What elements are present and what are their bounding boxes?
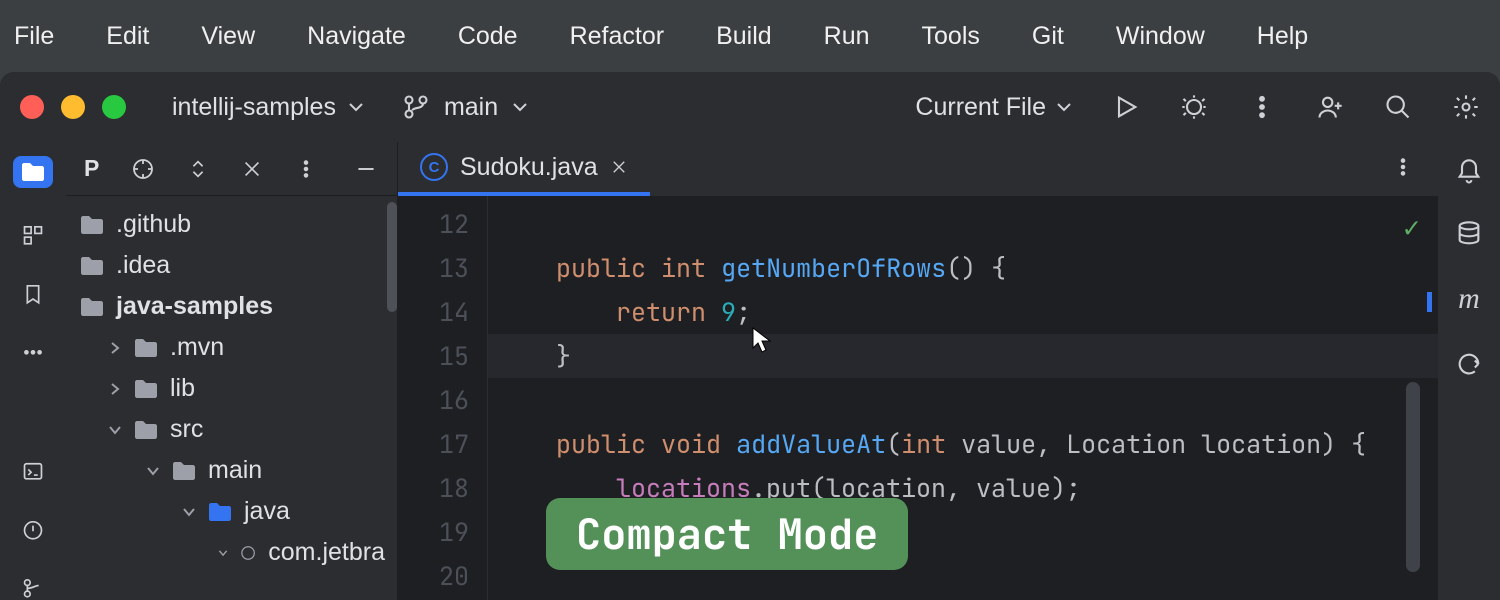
editor-area: C Sudoku.java 12 13 14 15 16 17 18 19	[398, 142, 1438, 600]
close-window-icon[interactable]	[20, 95, 44, 119]
add-user-icon[interactable]	[1316, 93, 1344, 121]
more-vertical-icon[interactable]	[295, 158, 317, 180]
folder-icon	[20, 161, 46, 183]
tree-item-java[interactable]: java	[66, 491, 397, 532]
tree-item-src[interactable]: src	[66, 409, 397, 450]
branch-name: main	[444, 93, 498, 122]
menu-build[interactable]: Build	[716, 22, 772, 51]
notifications-icon[interactable]	[1455, 158, 1483, 186]
expand-collapse-icon[interactable]	[187, 158, 209, 180]
project-name: intellij-samples	[172, 93, 336, 122]
tree-item-lib[interactable]: lib	[66, 368, 397, 409]
tree-item-github[interactable]: .github	[66, 204, 397, 245]
tree-item-package[interactable]: com.jetbra	[66, 532, 397, 573]
menu-tools[interactable]: Tools	[922, 22, 980, 51]
project-tree[interactable]: .github .idea java-samples .mvn	[66, 196, 397, 581]
run-icon[interactable]	[1112, 93, 1140, 121]
chevron-right-icon	[108, 341, 122, 355]
branch-icon	[402, 93, 430, 121]
git-icon[interactable]	[19, 577, 47, 600]
chevron-down-icon	[182, 505, 196, 519]
more-horizontal-icon[interactable]	[19, 341, 47, 364]
menu-code[interactable]: Code	[458, 22, 518, 51]
sync-icon[interactable]	[1455, 350, 1483, 378]
search-icon[interactable]	[1384, 93, 1412, 121]
tree-item-main[interactable]: main	[66, 450, 397, 491]
mouse-cursor-icon	[750, 326, 774, 356]
minimize-icon[interactable]	[353, 156, 379, 182]
database-icon[interactable]	[1455, 220, 1483, 248]
line-gutter: 12 13 14 15 16 17 18 19 20	[398, 196, 488, 600]
run-config-selector[interactable]: Current File	[915, 93, 1072, 122]
close-icon[interactable]	[241, 158, 263, 180]
chevron-right-icon	[108, 382, 122, 396]
chevron-down-icon	[1056, 102, 1072, 112]
tree-item-java-samples[interactable]: java-samples	[66, 286, 397, 327]
left-tool-rail	[0, 142, 66, 600]
run-config-label: Current File	[915, 93, 1046, 122]
menu-navigate[interactable]: Navigate	[307, 22, 406, 51]
tab-filename: Sudoku.java	[460, 153, 598, 182]
minimize-window-icon[interactable]	[61, 95, 85, 119]
tree-scrollbar[interactable]	[387, 202, 397, 312]
problems-icon[interactable]	[19, 519, 47, 542]
ide-window: intellij-samples main Current File	[0, 72, 1500, 600]
caret-marker	[1427, 292, 1432, 312]
class-icon: C	[420, 153, 448, 181]
window-controls	[20, 95, 126, 119]
os-menubar: File Edit View Navigate Code Refactor Bu…	[0, 0, 1500, 72]
more-vertical-icon	[1392, 156, 1414, 178]
zoom-window-icon[interactable]	[102, 95, 126, 119]
tree-item-mvn[interactable]: .mvn	[66, 327, 397, 368]
project-tool-button[interactable]	[13, 156, 53, 188]
maven-icon[interactable]: m	[1458, 282, 1480, 316]
titlebar: intellij-samples main Current File	[0, 72, 1500, 142]
inspection-ok-icon[interactable]: ✓	[1403, 206, 1420, 250]
code-content[interactable]: public int getNumberOfRows() { return 9;…	[488, 196, 1438, 600]
gear-icon[interactable]	[1452, 93, 1480, 121]
chevron-down-icon	[512, 102, 528, 112]
terminal-icon[interactable]	[19, 460, 47, 483]
bookmark-icon[interactable]	[19, 283, 47, 306]
close-tab-icon[interactable]	[610, 158, 628, 176]
project-panel-header: P	[66, 142, 397, 196]
debug-icon[interactable]	[1180, 93, 1208, 121]
vcs-branch[interactable]: main	[402, 93, 528, 122]
project-selector[interactable]: intellij-samples	[172, 93, 364, 122]
chevron-down-icon	[108, 423, 122, 437]
code-editor[interactable]: 12 13 14 15 16 17 18 19 20 public int ge…	[398, 196, 1438, 600]
project-panel-label: P	[84, 155, 99, 182]
tab-options[interactable]	[1392, 156, 1438, 183]
menu-view[interactable]: View	[201, 22, 255, 51]
more-vertical-icon[interactable]	[1248, 93, 1276, 121]
editor-tabs: C Sudoku.java	[398, 142, 1438, 196]
compact-mode-badge: Compact Mode	[546, 498, 908, 570]
structure-icon[interactable]	[19, 224, 47, 247]
menu-git[interactable]: Git	[1032, 22, 1064, 51]
target-icon[interactable]	[131, 157, 155, 181]
tree-item-idea[interactable]: .idea	[66, 245, 397, 286]
menu-help[interactable]: Help	[1257, 22, 1308, 51]
chevron-down-icon	[216, 547, 230, 557]
editor-scrollbar[interactable]	[1406, 382, 1420, 572]
menu-file[interactable]: File	[14, 22, 54, 51]
menu-edit[interactable]: Edit	[106, 22, 149, 51]
project-panel: P .github .idea java-samples	[66, 142, 398, 600]
menu-window[interactable]: Window	[1116, 22, 1205, 51]
tab-sudoku[interactable]: C Sudoku.java	[398, 142, 650, 196]
chevron-down-icon	[348, 102, 364, 112]
chevron-down-icon	[146, 464, 160, 478]
menu-run[interactable]: Run	[824, 22, 870, 51]
menu-refactor[interactable]: Refactor	[570, 22, 664, 51]
right-tool-rail: m	[1438, 142, 1500, 600]
